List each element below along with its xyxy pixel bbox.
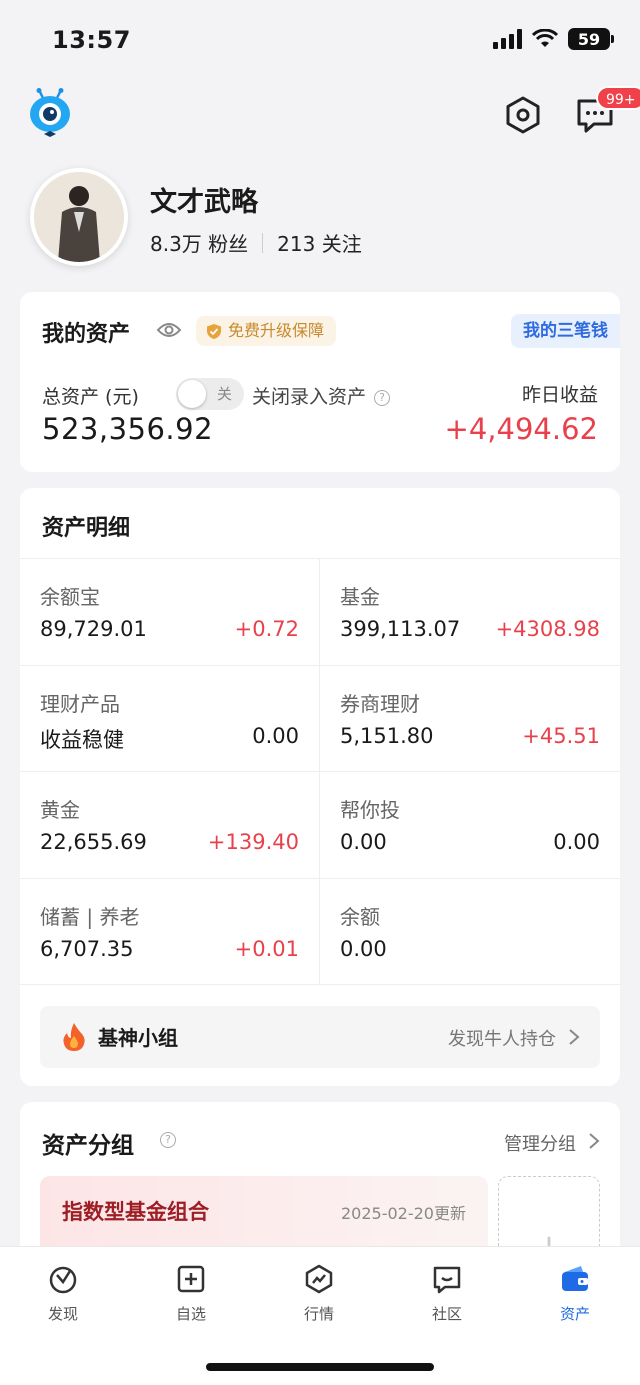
protect-upgrade-badge[interactable]: 免费升级保障 [196, 316, 337, 346]
asset-change: +0.01 [234, 936, 299, 961]
total-assets-value: 523,356.92 [42, 412, 214, 446]
watchlist-icon [177, 1265, 205, 1293]
group-item-name: 指数型基金组合 [62, 1200, 209, 1224]
asset-cell-wealth-products[interactable]: 理财产品 收益稳健 0.00 [20, 665, 320, 772]
eye-icon[interactable] [156, 320, 182, 340]
asset-change: +139.40 [207, 830, 299, 854]
asset-value: 6,707.35 [40, 936, 134, 961]
yesterday-earnings-label: 昨日收益 [521, 384, 598, 406]
record-assets-toggle[interactable]: 关 [176, 378, 244, 410]
three-money-button[interactable]: 我的三笔钱 [511, 314, 620, 348]
yesterday-earnings-value: +4,494.62 [444, 412, 598, 446]
chevron-right-icon [589, 1133, 600, 1149]
asset-change: 0.00 [553, 830, 600, 854]
battery-icon: 59 [568, 28, 614, 50]
my-assets-card: 我的资产 免费升级保障 我的三笔钱 总资产 (元) 关 关闭录入资产? 523,… [20, 292, 620, 472]
shield-check-icon [207, 324, 221, 339]
wifi-icon [532, 29, 558, 47]
asset-name: 基金 [340, 585, 380, 609]
asset-name: 券商理财 [340, 691, 420, 716]
asset-name: 余额宝 [40, 585, 100, 609]
market-icon [305, 1264, 333, 1294]
asset-cell-fund[interactable]: 基金 399,113.07 +4308.98 [320, 559, 620, 666]
avatar[interactable] [30, 168, 128, 266]
asset-groups-title: 资产分组 [42, 1133, 134, 1159]
signal-icon [493, 29, 522, 49]
asset-value: 0.00 [340, 936, 387, 961]
toggle-label: 关闭录入资产? [252, 382, 391, 409]
asset-cell-gold[interactable]: 黄金 22,655.69 +139.40 [20, 772, 320, 879]
asset-value: 5,151.80 [340, 723, 434, 748]
divider [262, 232, 264, 253]
jishen-group-label: 基神小组 [98, 1026, 178, 1050]
manage-groups-link[interactable]: 管理分组 [504, 1130, 576, 1156]
asset-cell-yuebao[interactable]: 余额宝 89,729.01 +0.72 [20, 559, 320, 666]
asset-value: 399,113.07 [340, 617, 461, 641]
total-assets-label: 总资产 (元) [42, 386, 139, 408]
tab-label: 自选 [175, 1305, 206, 1323]
settings-hexagon-icon[interactable] [502, 94, 544, 136]
tab-market[interactable]: 行情 [274, 1263, 364, 1333]
asset-value: 0.00 [340, 830, 387, 854]
discover-icon [49, 1266, 77, 1294]
tab-label: 行情 [303, 1305, 334, 1323]
help-icon[interactable]: ? [374, 389, 391, 406]
asset-value: 89,729.01 [40, 617, 147, 641]
following-count[interactable]: 213 关注 [277, 228, 362, 257]
asset-name: 余额 [340, 904, 380, 929]
asset-change: +45.51 [522, 723, 600, 748]
username: 文才武略 [150, 187, 258, 218]
asset-cell-help-invest[interactable]: 帮你投 0.00 0.00 [320, 772, 620, 879]
toggle-label-text: 关闭录入资产 [252, 386, 367, 408]
chevron-right-icon [569, 1029, 580, 1045]
tab-community[interactable]: 社区 [402, 1263, 492, 1333]
protect-badge-label: 免费升级保障 [228, 321, 325, 340]
profile-section: 文才武略 8.3万 粉丝 213 关注 [0, 160, 640, 280]
tab-discover[interactable]: 发现 [18, 1263, 108, 1333]
asset-detail-card: 资产明细 余额宝 89,729.01 +0.72 基金 399,113.07 +… [20, 488, 620, 1086]
asset-cell-balance[interactable]: 余额 0.00 [320, 879, 620, 985]
status-time: 13:57 [52, 26, 131, 54]
follow-stats: 8.3万 粉丝 213 关注 [150, 228, 362, 257]
tab-label: 社区 [431, 1305, 462, 1323]
fire-icon [63, 1023, 85, 1051]
message-badge: 99+ [596, 86, 640, 110]
toggle-knob [178, 380, 206, 408]
fans-count[interactable]: 8.3万 粉丝 [150, 228, 248, 257]
jishen-group-row[interactable]: 基神小组 发现牛人持仓 [40, 1006, 600, 1068]
asset-value: 22,655.69 [40, 830, 147, 854]
asset-detail-grid: 余额宝 89,729.01 +0.72 基金 399,113.07 +4308.… [20, 558, 620, 985]
asset-cell-broker-wealth[interactable]: 券商理财 5,151.80 +45.51 [320, 666, 620, 772]
help-icon[interactable]: ? [160, 1132, 176, 1148]
avatar-person-image [34, 172, 124, 262]
asset-change: +4308.98 [495, 617, 600, 641]
detail-title: 资产明细 [42, 516, 131, 541]
asset-cell-savings-pension[interactable]: 储蓄 | 养老 6,707.35 +0.01 [20, 878, 320, 985]
top-bar: 99+ [0, 80, 640, 150]
asset-change: 0.00 [252, 723, 299, 748]
asset-change: +0.72 [234, 617, 299, 641]
status-bar: 13:57 59 [0, 0, 640, 80]
bottom-tab-bar: 发现 自选 行情 社区 资产 [0, 1246, 640, 1385]
home-indicator[interactable] [206, 1363, 434, 1371]
toggle-state: 关 [216, 385, 232, 403]
tab-assets[interactable]: 资产 [530, 1263, 620, 1333]
asset-name: 黄金 [40, 798, 80, 822]
group-item-date: 2025-02-20更新 [341, 1204, 466, 1223]
tab-watchlist[interactable]: 自选 [146, 1263, 236, 1333]
wallet-icon [562, 1266, 588, 1291]
asset-name: 理财产品 [40, 691, 120, 716]
ant-logo-icon[interactable] [28, 88, 72, 138]
assets-title: 我的资产 [42, 322, 131, 347]
tab-label: 资产 [559, 1305, 590, 1323]
discover-holdings-link[interactable]: 发现牛人持仓 [448, 1025, 556, 1051]
tab-label: 发现 [47, 1305, 78, 1323]
status-icons: 59 [493, 28, 614, 50]
asset-value: 收益稳健 [40, 727, 124, 752]
asset-name: 储蓄 | 养老 [40, 904, 140, 929]
asset-name: 帮你投 [340, 798, 400, 822]
community-icon [433, 1266, 461, 1294]
